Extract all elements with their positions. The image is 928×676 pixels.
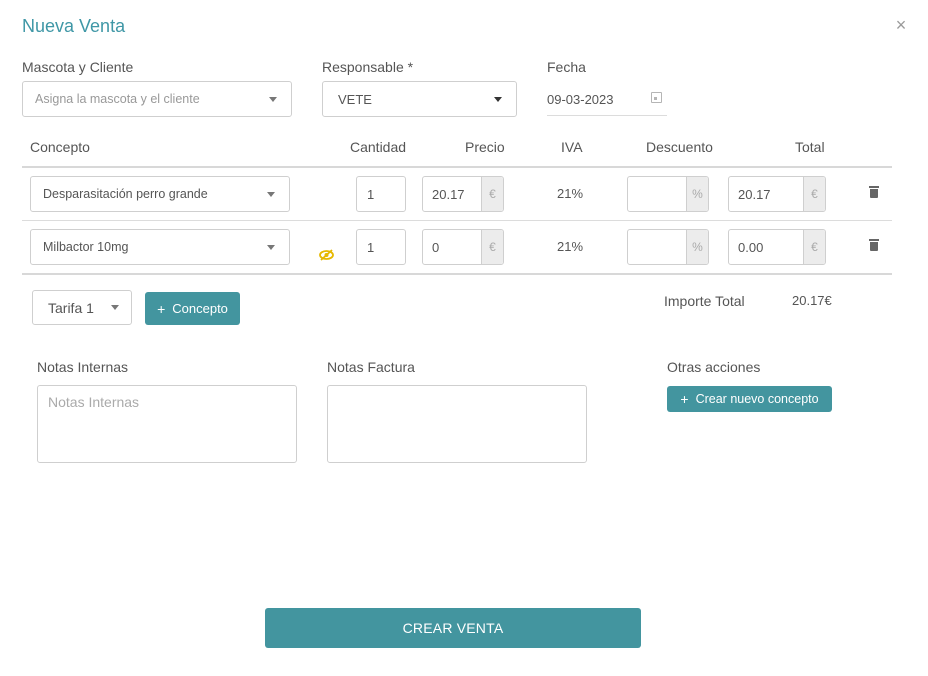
- header-iva: IVA: [561, 139, 583, 155]
- fecha-label: Fecha: [547, 59, 586, 75]
- total-input-row-1[interactable]: 20.17 €: [728, 176, 826, 212]
- euro-addon: €: [481, 177, 503, 211]
- eye-slash-icon[interactable]: [319, 249, 334, 261]
- crear-venta-label: CREAR VENTA: [402, 620, 504, 636]
- descuento-input-row-1[interactable]: %: [627, 176, 709, 212]
- concepto-value: Desparasitación perro grande: [43, 187, 208, 201]
- tarifa-value: Tarifa 1: [48, 299, 94, 316]
- percent-addon: %: [686, 177, 708, 211]
- fecha-input[interactable]: 09-03-2023: [547, 84, 667, 116]
- concepto-value: Milbactor 10mg: [43, 240, 129, 254]
- importe-total-label: Importe Total: [664, 293, 745, 309]
- descuento-value: [628, 230, 686, 264]
- chevron-down-icon: [494, 96, 502, 102]
- responsable-select[interactable]: VETE: [322, 81, 517, 117]
- iva-value-row-2: 21%: [557, 239, 584, 254]
- cantidad-value: 1: [367, 239, 375, 255]
- otras-acciones-label: Otras acciones: [667, 359, 761, 375]
- add-concepto-button[interactable]: + Concepto: [145, 292, 240, 325]
- trash-icon[interactable]: [869, 186, 879, 198]
- notas-factura-label: Notas Factura: [327, 359, 415, 375]
- header-cantidad: Cantidad: [350, 139, 407, 155]
- chevron-down-icon: [267, 244, 275, 250]
- precio-input-row-1[interactable]: 20.17 €: [422, 176, 504, 212]
- trash-icon[interactable]: [869, 239, 879, 251]
- mascota-cliente-select[interactable]: Asigna la mascota y el cliente: [22, 81, 292, 117]
- iva-value-row-1: 21%: [557, 186, 584, 201]
- add-concepto-label: Concepto: [172, 301, 228, 316]
- row-divider: [22, 220, 892, 221]
- fecha-value: 09-03-2023: [547, 92, 614, 107]
- notas-internas-textarea[interactable]: Notas Internas: [37, 385, 297, 463]
- crear-nuevo-concepto-label: Crear nuevo concepto: [695, 392, 819, 406]
- cantidad-input-row-1[interactable]: 1: [356, 176, 406, 212]
- responsable-value: VETE: [338, 91, 372, 107]
- descuento-input-row-2[interactable]: %: [627, 229, 709, 265]
- percent-addon: %: [686, 230, 708, 264]
- modal-title: Nueva Venta: [22, 16, 126, 36]
- precio-value: 0: [432, 239, 440, 255]
- header-total: Total: [795, 139, 825, 155]
- crear-nuevo-concepto-button[interactable]: + Crear nuevo concepto: [667, 386, 832, 412]
- descuento-value: [628, 177, 686, 211]
- calendar-icon[interactable]: [651, 92, 662, 103]
- chevron-down-icon: [267, 191, 275, 197]
- table-header-divider: [22, 166, 892, 168]
- euro-addon: €: [803, 177, 825, 211]
- euro-addon: €: [481, 230, 503, 264]
- concepto-select-row-2[interactable]: Milbactor 10mg: [30, 229, 290, 265]
- euro-addon: €: [803, 230, 825, 264]
- table-bottom-divider: [22, 273, 892, 275]
- crear-venta-button[interactable]: CREAR VENTA: [265, 608, 641, 648]
- close-icon[interactable]: ×: [893, 15, 909, 35]
- header-descuento: Descuento: [646, 139, 713, 155]
- total-value: 0.00: [738, 239, 764, 255]
- notas-factura-textarea[interactable]: [327, 385, 587, 463]
- responsable-label: Responsable *: [322, 59, 414, 75]
- cantidad-value: 1: [367, 186, 375, 202]
- precio-input-row-2[interactable]: 0 €: [422, 229, 504, 265]
- total-value: 20.17: [738, 186, 771, 202]
- mascota-cliente-placeholder: Asigna la mascota y el cliente: [35, 92, 200, 106]
- cantidad-input-row-2[interactable]: 1: [356, 229, 406, 265]
- importe-total-value: 20.17€: [792, 293, 832, 308]
- total-input-row-2[interactable]: 0.00 €: [728, 229, 826, 265]
- header-precio: Precio: [465, 139, 505, 155]
- header-concepto: Concepto: [30, 139, 90, 155]
- notas-internas-placeholder: Notas Internas: [48, 394, 140, 410]
- plus-icon: +: [157, 300, 166, 317]
- tarifa-select[interactable]: Tarifa 1: [32, 290, 132, 325]
- chevron-down-icon: [269, 96, 277, 102]
- mascota-label: Mascota y Cliente: [22, 59, 134, 75]
- concepto-select-row-1[interactable]: Desparasitación perro grande: [30, 176, 290, 212]
- notas-internas-label: Notas Internas: [37, 359, 129, 375]
- plus-icon: +: [680, 391, 689, 407]
- precio-value: 20.17: [432, 186, 465, 202]
- chevron-down-icon: [111, 305, 119, 310]
